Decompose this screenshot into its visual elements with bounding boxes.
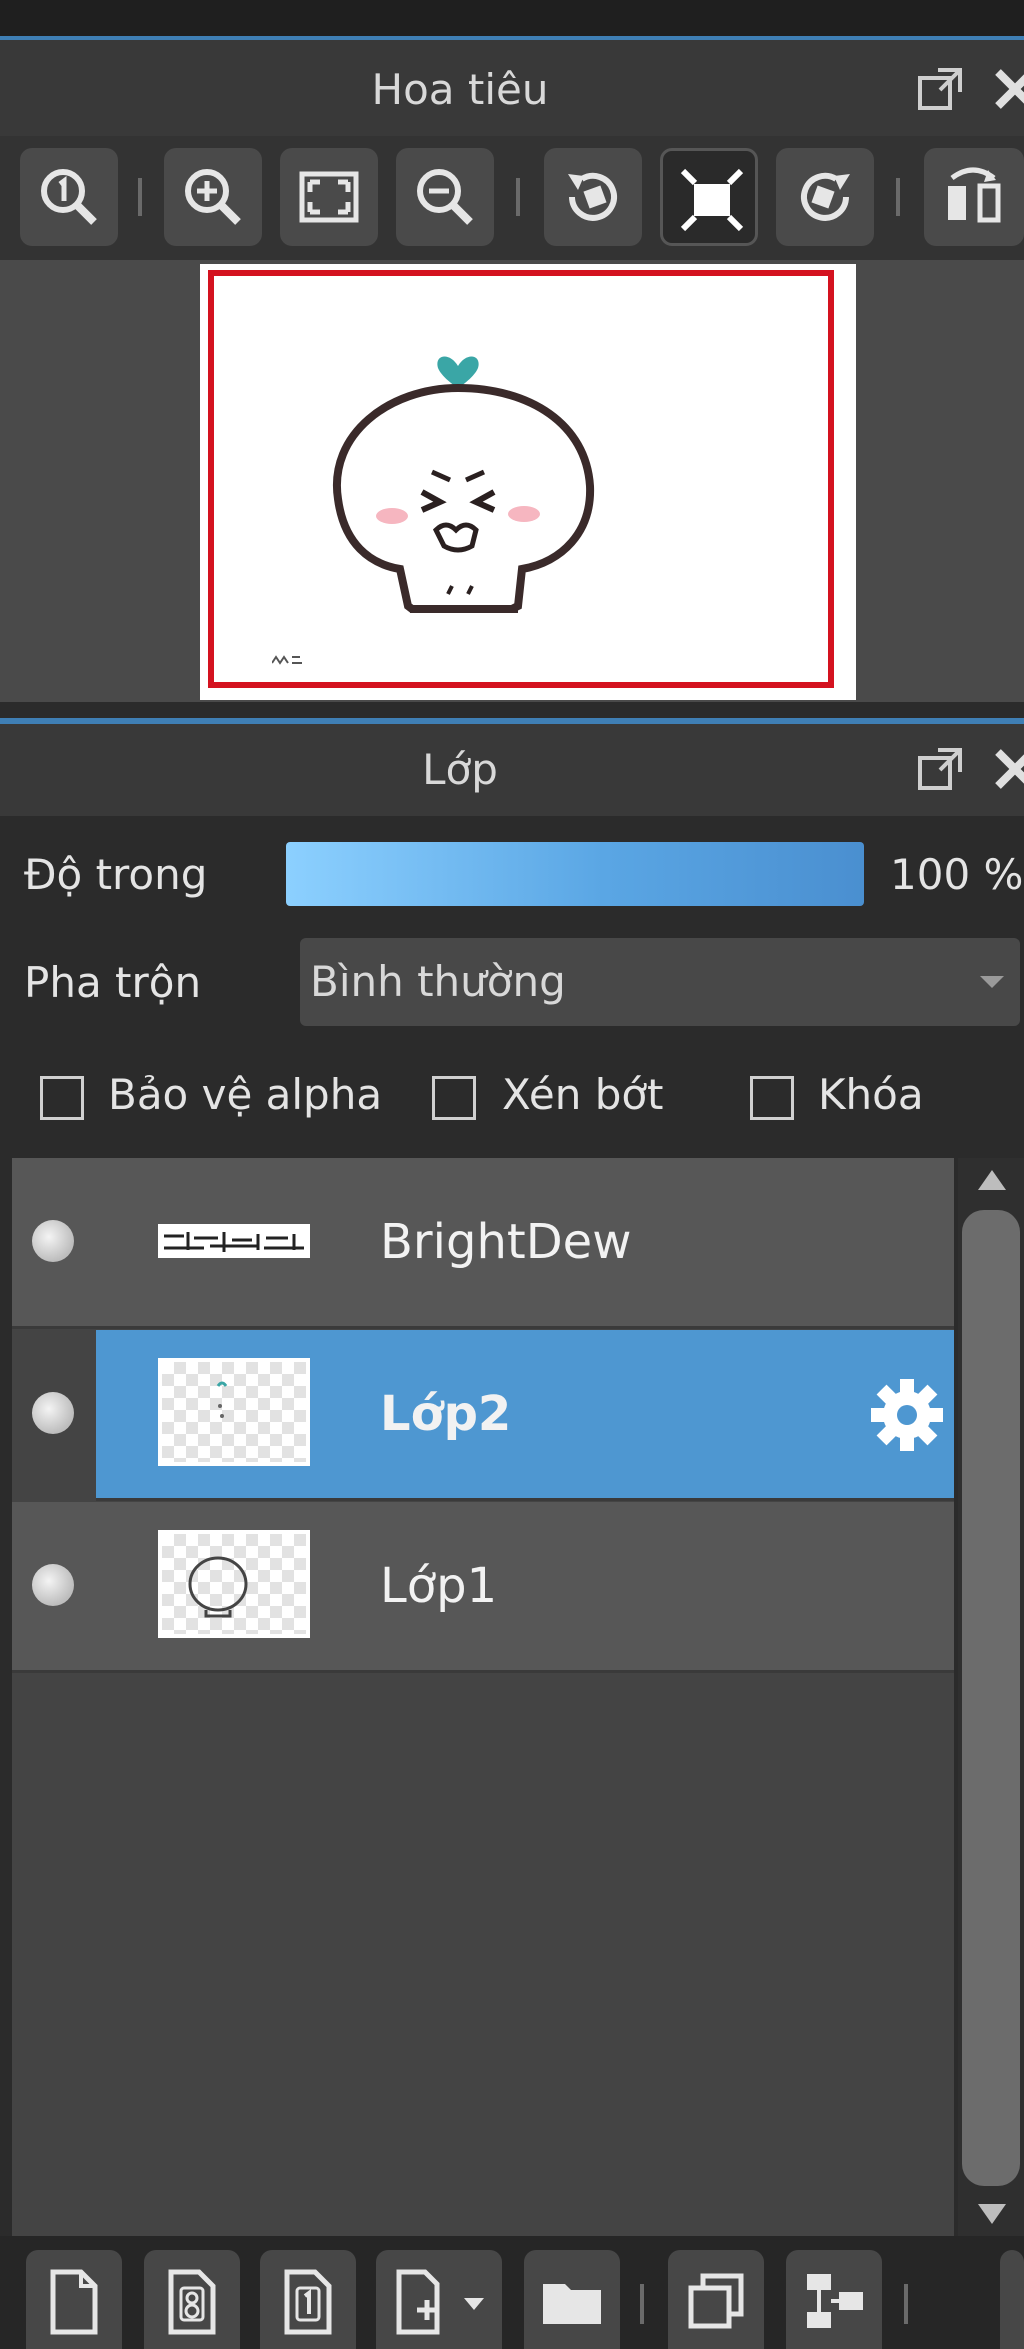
flip-horizontal-button[interactable]: [924, 148, 1024, 246]
chevron-down-icon: [980, 976, 1004, 988]
layer-row-selected[interactable]: Lớp2: [96, 1330, 954, 1501]
duplicate-layer-button[interactable]: [668, 2250, 764, 2349]
merge-icon: [807, 2274, 863, 2328]
scroll-down-arrow-icon[interactable]: [978, 2204, 1006, 2224]
visibility-toggle-icon[interactable]: [32, 1392, 74, 1434]
protect-alpha-checkbox[interactable]: [40, 1076, 84, 1120]
navigator-title: Hoa tiêu: [371, 65, 549, 114]
toolbar-separator: [896, 178, 900, 216]
canvas-thumbnail: [200, 264, 856, 700]
navigator-preview[interactable]: [0, 260, 1024, 702]
new-layer-button[interactable]: [26, 2250, 122, 2349]
new-page-icon: [50, 2269, 98, 2335]
scroll-up-arrow-icon[interactable]: [978, 1170, 1006, 1190]
window-top-strip: [0, 0, 1024, 40]
fit-to-window-button[interactable]: [280, 148, 378, 246]
opacity-slider[interactable]: [286, 842, 864, 906]
popout-icon[interactable]: [916, 744, 966, 794]
layers-title: Lớp: [422, 745, 498, 794]
layer-row[interactable]: BrightDew: [12, 1158, 954, 1329]
rotate-left-icon: [568, 172, 617, 221]
folder-icon: [543, 2284, 601, 2324]
toolbar-separator: [640, 2284, 644, 2324]
toolbar-separator: [516, 178, 520, 216]
zoom-one-icon: [41, 169, 97, 225]
rotate-left-button[interactable]: [544, 148, 642, 246]
blend-label: Pha trộn: [24, 958, 202, 1007]
layer-name: Lớp2: [380, 1386, 512, 1442]
fullscreen-icon: [680, 168, 744, 232]
blend-mode-select[interactable]: Bình thường: [300, 938, 1020, 1026]
layer-name: Lớp1: [380, 1558, 498, 1614]
layer-name: BrightDew: [380, 1214, 632, 1270]
zoom-out-button[interactable]: [396, 148, 494, 246]
character-drawing: [332, 356, 595, 613]
layer-scrollbar[interactable]: [958, 1158, 1024, 2236]
zoom-in-icon: [185, 169, 241, 225]
popout-icon[interactable]: [916, 64, 966, 114]
clipping-label: Xén bớt: [502, 1070, 664, 1119]
layer-row[interactable]: Lớp1: [12, 1502, 954, 1673]
blend-mode-value: Bình thường: [310, 957, 566, 1006]
flip-horizontal-icon: [948, 167, 1001, 223]
zoom-out-icon: [417, 169, 473, 225]
layer-thumbnail: [158, 1216, 310, 1266]
scrollbar-thumb[interactable]: [962, 1210, 1020, 2186]
layer-thumbnail: [158, 1358, 310, 1466]
new-1bit-layer-button[interactable]: [260, 2250, 356, 2349]
layer-settings-gear-icon[interactable]: [868, 1376, 946, 1454]
new-8bit-layer-button[interactable]: [144, 2250, 240, 2349]
toolbar-separator: [904, 2284, 908, 2324]
close-icon[interactable]: [990, 744, 1024, 794]
close-icon[interactable]: [990, 64, 1024, 114]
rotate-right-icon: [801, 172, 850, 221]
fullscreen-button[interactable]: [660, 148, 758, 246]
new-folder-button[interactable]: [524, 2250, 620, 2349]
toolbar-separator: [138, 178, 142, 216]
fit-screen-icon: [299, 171, 359, 223]
layers-header: Lớp: [0, 724, 1024, 816]
opacity-value: 100 %: [890, 850, 1024, 899]
visibility-toggle-icon[interactable]: [32, 1564, 74, 1606]
lock-checkbox[interactable]: [750, 1076, 794, 1120]
layer-thumbnail: [158, 1530, 310, 1638]
lock-label: Khóa: [818, 1070, 924, 1119]
protect-alpha-label: Bảo vệ alpha: [108, 1070, 383, 1119]
duplicate-icon: [688, 2273, 744, 2329]
rotate-right-button[interactable]: [776, 148, 874, 246]
opacity-label: Độ trong: [24, 850, 208, 899]
zoom-actual-size-button[interactable]: [20, 148, 118, 246]
page-1-icon: [284, 2269, 332, 2335]
navigator-toolbar: [0, 136, 1024, 260]
clipping-checkbox[interactable]: [432, 1076, 476, 1120]
visibility-toggle-icon[interactable]: [32, 1220, 74, 1262]
add-layer-menu-button[interactable]: [376, 2250, 502, 2349]
layer-list: BrightDew Lớp2 Lớp1: [12, 1158, 954, 2236]
chevron-down-icon: [464, 2298, 484, 2310]
more-button[interactable]: [1000, 2250, 1024, 2349]
add-page-dropdown-icon: [396, 2269, 440, 2335]
zoom-in-button[interactable]: [164, 148, 262, 246]
merge-layers-button[interactable]: [786, 2250, 882, 2349]
page-8-icon: [168, 2269, 216, 2335]
layers-bottom-toolbar: [0, 2236, 1024, 2349]
signature-mark: [271, 650, 306, 665]
navigator-header: Hoa tiêu: [0, 40, 1024, 140]
